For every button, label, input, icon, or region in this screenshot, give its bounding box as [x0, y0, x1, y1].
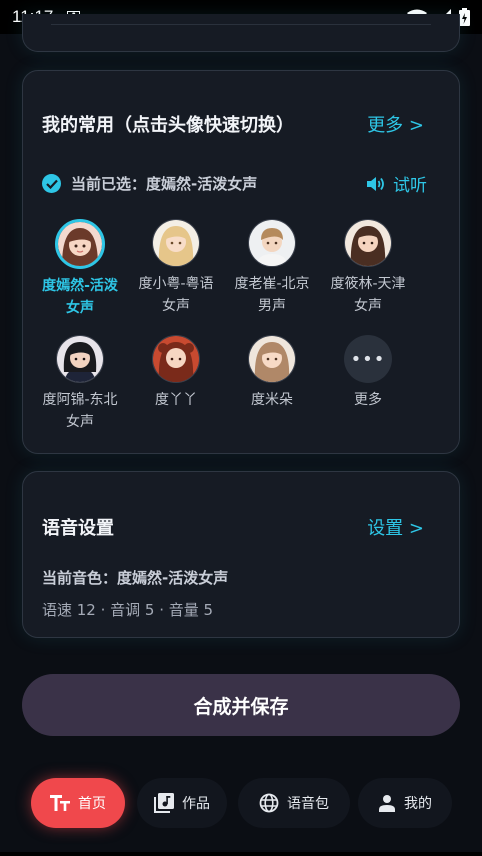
listen-button[interactable]: 试听 — [367, 171, 427, 196]
voice-label: 度筱林-天津女声 — [330, 276, 406, 314]
speaker-icon — [367, 176, 384, 191]
avatar — [248, 219, 296, 267]
voice-label: 度米朵 — [251, 392, 293, 408]
synthesize-save-button[interactable]: 合成并保存 — [22, 674, 460, 736]
nav-mine[interactable]: 我的 — [358, 778, 452, 828]
avatar — [56, 335, 104, 383]
favorites-title: 我的常用（点击头像快速切换） — [42, 115, 294, 136]
listen-label: 试听 — [393, 176, 427, 196]
current-voice-text: 当前音色：度嫣然-活泼女声 — [42, 569, 229, 587]
bottom-nav: 首页 作品 语音包 我的 — [0, 765, 482, 841]
nav-label: 作品 — [182, 796, 210, 812]
voice-item-duyaya[interactable]: 度丫丫 — [134, 335, 218, 411]
selected-voice-row: 当前已选：度嫣然-活泼女声 — [42, 173, 257, 194]
voice-label: 度阿锦-东北女声 — [42, 392, 118, 430]
avatar — [248, 335, 296, 383]
voice-item-duxiaoyue[interactable]: 度小粤-粤语女声 — [134, 219, 218, 317]
favorites-more-link[interactable]: 更多 > — [367, 111, 424, 137]
voice-label: 更多 — [354, 392, 382, 408]
voice-label: 度嫣然-活泼女声 — [42, 278, 118, 316]
avatar — [55, 219, 105, 269]
voice-label: 度丫丫 — [155, 392, 197, 408]
bottom-edge — [0, 852, 482, 856]
avatar — [152, 335, 200, 383]
selected-voice-text: 当前已选：度嫣然-活泼女声 — [71, 175, 258, 193]
voice-item-duyanran[interactable]: 度嫣然-活泼女声 — [38, 219, 122, 319]
text-format-icon — [50, 795, 70, 811]
previous-card — [22, 14, 460, 52]
nav-label: 我的 — [404, 796, 432, 812]
voice-item-dulaocui[interactable]: 度老崔-北京男声 — [230, 219, 314, 317]
voice-settings-card: 语音设置 设置 > 当前音色：度嫣然-活泼女声 语速 12 · 音调 5 · 音… — [22, 471, 460, 638]
nav-label: 语音包 — [287, 796, 329, 812]
voice-label: 度小粤-粤语女声 — [138, 276, 214, 314]
voice-settings-link[interactable]: 设置 > — [367, 514, 424, 540]
check-circle-icon — [42, 174, 61, 193]
avatar — [344, 219, 392, 267]
battery-icon — [459, 8, 470, 26]
nav-works[interactable]: 作品 — [137, 778, 227, 828]
nav-label: 首页 — [78, 796, 106, 812]
library-music-icon — [154, 793, 174, 813]
more-dots-icon: ••• — [344, 335, 392, 383]
voice-item-dumiduo[interactable]: 度米朵 — [230, 335, 314, 411]
voice-params-text: 语速 12 · 音调 5 · 音量 5 — [42, 601, 214, 619]
voice-settings-title: 语音设置 — [42, 518, 114, 539]
voice-item-more[interactable]: ••• 更多 — [326, 335, 410, 411]
favorites-card: 我的常用（点击头像快速切换） 更多 > 当前已选：度嫣然-活泼女声 试听 度嫣然… — [22, 70, 460, 454]
avatar — [152, 219, 200, 267]
voice-item-duxiaolin[interactable]: 度筱林-天津女声 — [326, 219, 410, 317]
globe-icon — [259, 793, 279, 813]
divider — [51, 24, 431, 25]
person-icon — [378, 794, 396, 812]
voice-label: 度老崔-北京男声 — [234, 276, 310, 314]
voice-item-duajin[interactable]: 度阿锦-东北女声 — [38, 335, 122, 433]
nav-home[interactable]: 首页 — [31, 778, 125, 828]
nav-voice-pack[interactable]: 语音包 — [238, 778, 350, 828]
